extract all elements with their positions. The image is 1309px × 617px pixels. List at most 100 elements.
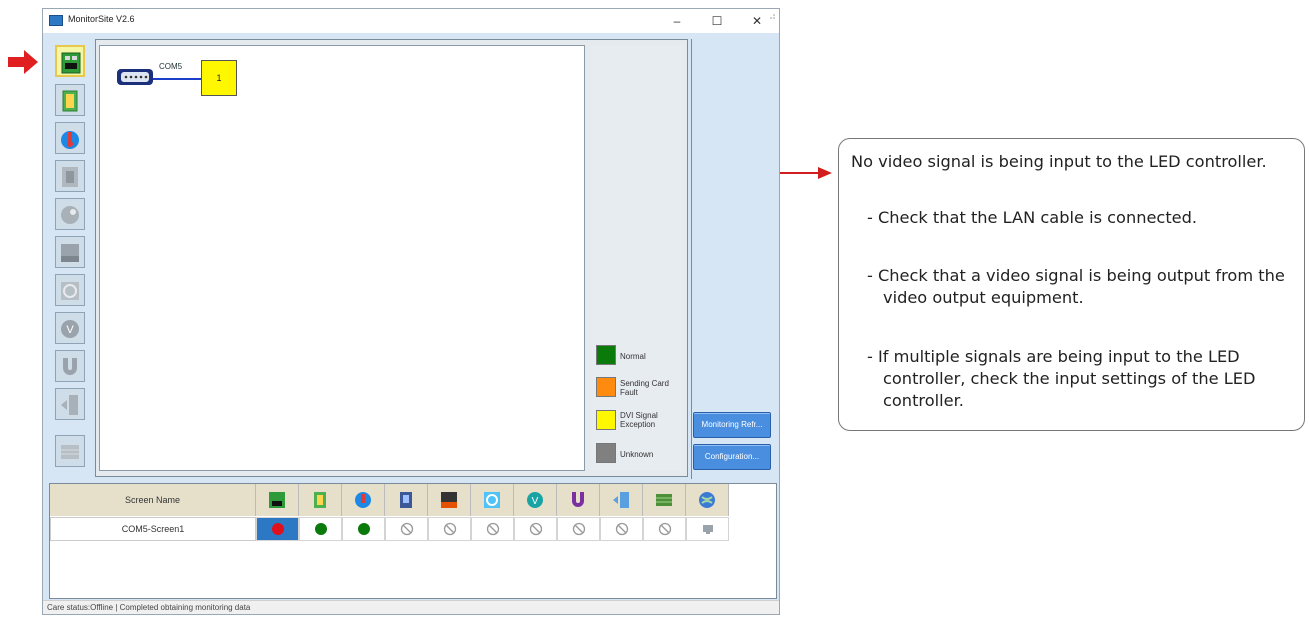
sidebar-led-panel-button[interactable] bbox=[55, 435, 85, 467]
module-icon bbox=[62, 90, 78, 112]
door-icon bbox=[613, 492, 629, 508]
callout-bullet-video-output: - Check that a video signal is being out… bbox=[867, 266, 1285, 307]
status-humidity[interactable] bbox=[385, 517, 428, 541]
temperature-icon bbox=[61, 131, 79, 149]
legend-unknown-label: Unknown bbox=[620, 450, 654, 459]
sidebar-humidity-button[interactable] bbox=[55, 160, 85, 192]
receiving-card-icon bbox=[61, 52, 81, 74]
globe-icon bbox=[699, 492, 715, 508]
col-led-panel bbox=[643, 484, 686, 516]
col-smoke bbox=[428, 484, 471, 516]
col-network bbox=[686, 484, 729, 516]
col-fan bbox=[471, 484, 514, 516]
monitor-icon bbox=[703, 525, 713, 534]
disabled-icon bbox=[529, 522, 543, 536]
status-magnet[interactable] bbox=[557, 517, 600, 541]
fan-icon bbox=[484, 492, 500, 508]
legend-panel bbox=[591, 45, 683, 471]
status-module[interactable] bbox=[299, 517, 342, 541]
screen-row-name[interactable]: COM5-Screen1 bbox=[50, 517, 256, 541]
pointer-arrow-icon bbox=[8, 50, 38, 74]
serial-port-icon[interactable] bbox=[115, 66, 155, 88]
sidebar-door-button[interactable] bbox=[55, 388, 85, 420]
status-green-dot-icon bbox=[315, 523, 327, 535]
status-temperature[interactable] bbox=[342, 517, 385, 541]
legend-sending-card-fault-label: Sending Card Fault bbox=[620, 379, 669, 397]
fan-icon bbox=[61, 282, 79, 300]
led-panel-icon bbox=[656, 494, 672, 506]
led-panel-icon bbox=[61, 445, 79, 459]
controller-node[interactable]: 1 bbox=[201, 60, 237, 96]
status-fan[interactable] bbox=[471, 517, 514, 541]
status-led-panel[interactable] bbox=[643, 517, 686, 541]
disabled-icon bbox=[486, 522, 500, 536]
heat-icon bbox=[61, 244, 79, 262]
disabled-icon bbox=[443, 522, 457, 536]
receiving-card-icon bbox=[269, 492, 285, 508]
legend-normal-label: Normal bbox=[620, 352, 646, 361]
com-port-label: COM5 bbox=[159, 62, 183, 71]
status-door[interactable] bbox=[600, 517, 643, 541]
status-smoke[interactable] bbox=[428, 517, 471, 541]
callout-bullet-multiple-signals: - If multiple signals are being input to… bbox=[867, 347, 1256, 410]
monitorsite-window: MonitorSite V2.6 – ☐ ✕ V COM5 1 Normal S… bbox=[42, 8, 780, 615]
col-humidity bbox=[385, 484, 428, 516]
resize-grip-icon[interactable] bbox=[768, 12, 776, 20]
door-icon bbox=[61, 395, 78, 415]
col-magnet bbox=[557, 484, 600, 516]
sidebar-voltage-button[interactable]: V bbox=[55, 312, 85, 344]
col-door bbox=[600, 484, 643, 516]
callout-main-text: No video signal is being input to the LE… bbox=[851, 152, 1267, 171]
sidebar-heat-button[interactable] bbox=[55, 236, 85, 268]
humidity-icon bbox=[400, 492, 412, 508]
col-voltage: V bbox=[514, 484, 557, 516]
screen-name-header: Screen Name bbox=[50, 484, 256, 516]
callout-bullet-lan: - Check that the LAN cable is connected. bbox=[867, 208, 1198, 227]
temperature-icon bbox=[355, 492, 371, 508]
disabled-icon bbox=[572, 522, 586, 536]
voltage-icon: V bbox=[61, 320, 79, 338]
panel-divider bbox=[691, 39, 692, 479]
configuration-button[interactable]: Configuration... bbox=[693, 444, 771, 470]
svg-text:V: V bbox=[532, 496, 539, 507]
legend-sending-card-fault-swatch bbox=[596, 377, 616, 397]
status-bar: Care status:Offline | Completed obtainin… bbox=[43, 600, 779, 614]
sidebar-fan-button[interactable] bbox=[55, 274, 85, 306]
magnet-icon bbox=[63, 358, 77, 375]
legend-dvi-exception-swatch bbox=[596, 410, 616, 430]
disabled-icon bbox=[615, 522, 629, 536]
topology-view bbox=[99, 45, 585, 471]
legend-dvi-exception-label: DVI Signal Exception bbox=[620, 411, 658, 429]
maximize-button[interactable]: ☐ bbox=[697, 11, 737, 31]
status-voltage[interactable] bbox=[514, 517, 557, 541]
connection-line bbox=[153, 78, 201, 80]
module-icon bbox=[314, 492, 326, 508]
disabled-icon bbox=[400, 522, 414, 536]
legend-unknown-swatch bbox=[596, 443, 616, 463]
col-receiving-card bbox=[256, 484, 299, 516]
sidebar-magnet-button[interactable] bbox=[55, 350, 85, 382]
minimize-button[interactable]: – bbox=[657, 11, 697, 31]
legend-normal-swatch bbox=[596, 345, 616, 365]
title-bar: MonitorSite V2.6 – ☐ ✕ bbox=[43, 9, 779, 33]
voltage-icon: V bbox=[527, 492, 543, 508]
status-network[interactable] bbox=[686, 517, 729, 541]
sidebar-smoke-button[interactable] bbox=[55, 198, 85, 230]
sidebar-module-button[interactable] bbox=[55, 84, 85, 116]
disabled-icon bbox=[658, 522, 672, 536]
magnet-icon bbox=[572, 492, 584, 507]
smoke-icon bbox=[61, 206, 79, 224]
window-title: MonitorSite V2.6 bbox=[68, 14, 135, 24]
status-green-dot-icon bbox=[358, 523, 370, 535]
sidebar-receiving-card-button[interactable] bbox=[55, 45, 85, 77]
sidebar-temperature-button[interactable] bbox=[55, 122, 85, 154]
status-red-dot-icon bbox=[272, 523, 284, 535]
monitoring-refresh-button[interactable]: Monitoring Refr... bbox=[693, 412, 771, 438]
app-icon bbox=[49, 15, 63, 26]
svg-text:V: V bbox=[66, 324, 74, 336]
col-module bbox=[299, 484, 342, 516]
status-receiving-card[interactable] bbox=[256, 517, 299, 541]
explanation-callout: No video signal is being input to the LE… bbox=[838, 138, 1305, 431]
col-temperature bbox=[342, 484, 385, 516]
humidity-icon bbox=[62, 167, 78, 187]
